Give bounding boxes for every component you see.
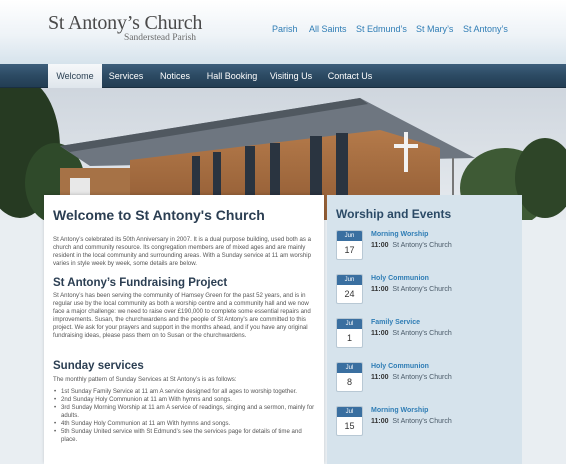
event-day: 24: [344, 289, 355, 299]
services-heading: Sunday services: [53, 360, 144, 372]
list-item: 3rd Sunday Morning Worship at 11 am A se…: [53, 404, 319, 420]
event-details: 11:00 St Antony's Church: [371, 418, 452, 425]
calendar-date: Jun 17: [336, 230, 363, 260]
link-st-marys[interactable]: St Mary’s: [416, 24, 453, 34]
services-list: 1st Sunday Family Service at 11 am A ser…: [53, 388, 319, 444]
event-day: 1: [346, 333, 352, 343]
calendar-date: Jul 1: [336, 318, 363, 348]
events-heading: Worship and Events: [336, 207, 452, 221]
nav-visiting-us[interactable]: Visiting Us: [266, 64, 316, 88]
event-title-link[interactable]: Morning Worship: [371, 407, 428, 414]
event-title-link[interactable]: Holy Communion: [371, 363, 429, 370]
link-parish[interactable]: Parish: [272, 24, 298, 34]
event-day: 17: [344, 245, 355, 255]
link-st-edmunds[interactable]: St Edmund’s: [356, 24, 407, 34]
event-day: 8: [346, 377, 352, 387]
event-time: 11:00: [371, 242, 389, 249]
event-day: 15: [344, 421, 355, 431]
calendar-date: Jul 15: [336, 406, 363, 436]
event-month: Jun: [337, 275, 362, 285]
event-place: St Antony's Church: [392, 330, 452, 337]
event-details: 11:00 St Antony's Church: [371, 374, 452, 381]
event-place: St Antony's Church: [392, 374, 452, 381]
event-place: St Antony's Church: [392, 242, 452, 249]
list-item: 2nd Sunday Holy Communion at 11 am With …: [53, 396, 319, 404]
list-item: 4th Sunday Holy Communion at 11 am With …: [53, 420, 319, 428]
fundraising-text: St Antony’s has been serving the communi…: [53, 292, 311, 339]
event-place: St Antony's Church: [392, 418, 452, 425]
event-item[interactable]: Jun 24 Holy Communion 11:00 St Antony's …: [336, 274, 518, 304]
main-content: Welcome to St Antony's Church St Antony’…: [44, 195, 324, 464]
fundraising-heading: St Antony’s Fundraising Project: [53, 277, 228, 289]
event-time: 11:00: [371, 330, 389, 337]
link-st-antonys[interactable]: St Antony’s: [463, 24, 508, 34]
event-month: Jul: [337, 407, 362, 417]
event-title-link[interactable]: Family Service: [371, 319, 420, 326]
event-title-link[interactable]: Holy Communion: [371, 275, 429, 282]
page-title: Welcome to St Antony's Church: [53, 207, 265, 223]
nav-contact-us[interactable]: Contact Us: [324, 64, 376, 88]
event-details: 11:00 St Antony's Church: [371, 242, 452, 249]
calendar-date: Jul 8: [336, 362, 363, 392]
event-time: 11:00: [371, 418, 389, 425]
link-all-saints[interactable]: All Saints: [309, 24, 347, 34]
event-month: Jul: [337, 363, 362, 373]
event-details: 11:00 St Antony's Church: [371, 330, 452, 337]
event-details: 11:00 St Antony's Church: [371, 286, 452, 293]
calendar-date: Jun 24: [336, 274, 363, 304]
list-item: 5th Sunday United service with St Edmund…: [53, 428, 319, 444]
event-item[interactable]: Jun 17 Morning Worship 11:00 St Antony's…: [336, 230, 518, 260]
event-time: 11:00: [371, 286, 389, 293]
event-month: Jun: [337, 231, 362, 241]
event-place: St Antony's Church: [392, 286, 452, 293]
event-item[interactable]: Jul 1 Family Service 11:00 St Antony's C…: [336, 318, 518, 348]
nav-notices[interactable]: Notices: [154, 64, 196, 88]
list-item: 1st Sunday Family Service at 11 am A ser…: [53, 388, 319, 396]
intro-text: St Antony’s celebrated its 50th Annivers…: [53, 236, 312, 267]
parish-links: Parish All Saints St Edmund’s St Mary’s …: [0, 24, 566, 36]
event-item[interactable]: Jul 8 Holy Communion 11:00 St Antony's C…: [336, 362, 518, 392]
event-month: Jul: [337, 319, 362, 329]
nav-services[interactable]: Services: [104, 64, 148, 88]
events-sidebar: Worship and Events Jun 17 Morning Worshi…: [327, 195, 522, 464]
event-time: 11:00: [371, 374, 389, 381]
main-nav: Welcome Services Notices Hall Booking Vi…: [0, 64, 566, 88]
nav-welcome[interactable]: Welcome: [48, 64, 102, 88]
services-intro: The monthly pattern of Sunday Services a…: [53, 376, 237, 383]
nav-hall-booking[interactable]: Hall Booking: [202, 64, 262, 88]
site-header: St Antony’s Church Sanderstead Parish Pa…: [0, 0, 566, 64]
event-item[interactable]: Jul 15 Morning Worship 11:00 St Antony's…: [336, 406, 518, 436]
event-title-link[interactable]: Morning Worship: [371, 231, 428, 238]
